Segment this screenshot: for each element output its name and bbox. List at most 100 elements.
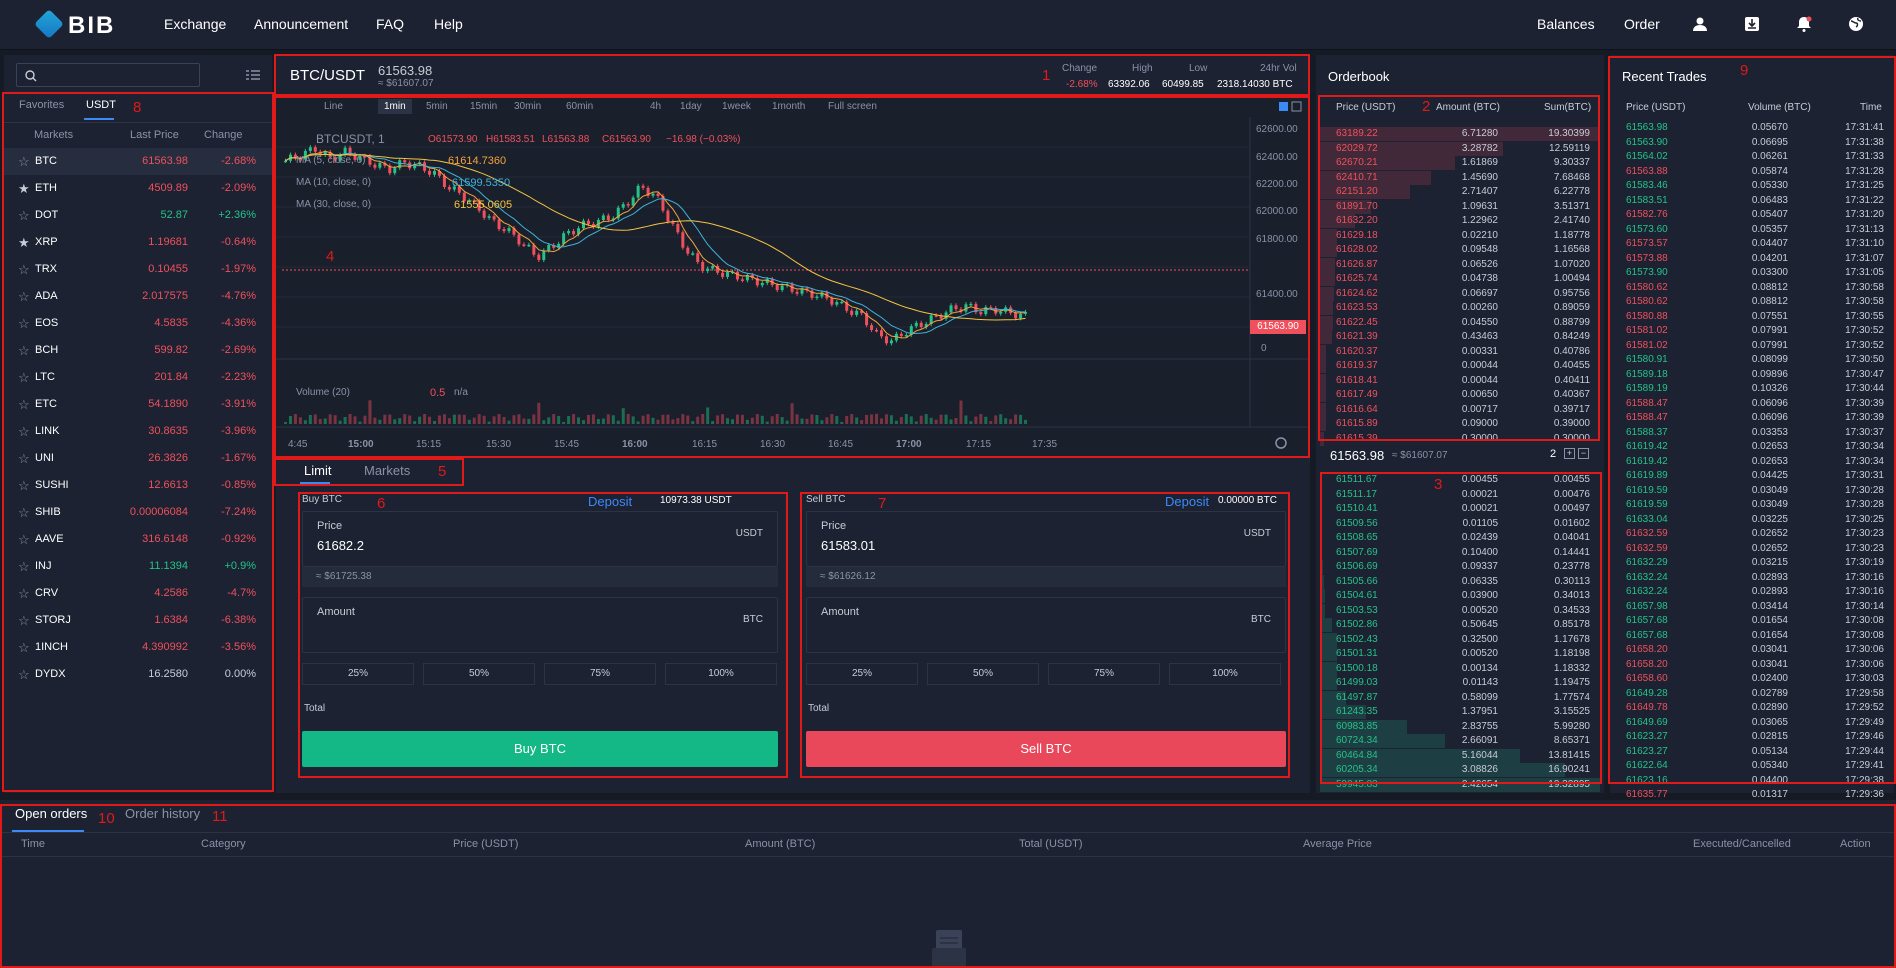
chart-layout-icon[interactable]: [1291, 101, 1302, 112]
orderbook-row[interactable]: 61632.20 1.22962 2.41740: [1320, 214, 1600, 228]
orderbook-row[interactable]: 61629.18 0.02210 1.18778: [1320, 228, 1600, 243]
market-row[interactable]: ☆ STORJ 1.6384 -6.38%: [4, 607, 272, 634]
precision-minus-icon[interactable]: −: [1578, 448, 1589, 459]
market-row[interactable]: ☆ DYDX 16.2580 0.00%: [4, 661, 272, 688]
market-row[interactable]: ★ XRP 1.19681 -0.64%: [4, 229, 272, 256]
orderbook-row[interactable]: 61622.45 0.04550 0.88799: [1320, 315, 1600, 330]
sell-pct-75[interactable]: 75%: [1048, 663, 1160, 685]
sell-button[interactable]: Sell BTC: [806, 731, 1286, 767]
buy-price-field[interactable]: Price 61682.2 USDT: [302, 511, 778, 567]
precision-plus-icon[interactable]: +: [1564, 448, 1575, 459]
market-row[interactable]: ☆ LINK 30.8635 -3.96%: [4, 418, 272, 445]
orderbook-row[interactable]: 61505.66 0.06335 0.30113: [1320, 574, 1600, 589]
favorite-star-icon[interactable]: ☆: [18, 208, 30, 224]
orderbook-row[interactable]: 61497.87 0.58099 1.77574: [1320, 690, 1600, 705]
favorite-star-icon[interactable]: ☆: [18, 154, 30, 170]
orderbook-row[interactable]: 61616.64 0.00717 0.39717: [1320, 402, 1600, 417]
market-row[interactable]: ☆ SHIB 0.00006084 -7.24%: [4, 499, 272, 526]
market-row[interactable]: ☆ AAVE 316.6148 -0.92%: [4, 526, 272, 553]
favorite-star-icon[interactable]: ☆: [18, 478, 30, 494]
buy-button[interactable]: Buy BTC: [302, 731, 778, 767]
nav-exchange[interactable]: Exchange: [164, 16, 226, 32]
market-row[interactable]: ☆ CRV 4.2586 -4.7%: [4, 580, 272, 607]
orderbook-row[interactable]: 63189.22 6.71280 19.30399: [1320, 127, 1600, 141]
orderbook-row[interactable]: 61625.74 0.04738 1.00494: [1320, 272, 1600, 286]
chart-symbol[interactable]: BTCUSDT, 1: [316, 132, 385, 146]
favorite-star-icon[interactable]: ☆: [18, 505, 30, 521]
orderbook-row[interactable]: 62151.20 2.71407 6.22778: [1320, 185, 1600, 199]
buy-amount-field[interactable]: Amount BTC: [302, 597, 778, 653]
orderbook-row[interactable]: 61502.86 0.50645 0.85178: [1320, 618, 1600, 632]
tab-order-history[interactable]: Order history: [125, 806, 200, 821]
orderbook-row[interactable]: 61891.70 1.09631 3.51371: [1320, 199, 1600, 214]
orderbook-row[interactable]: 60983.85 2.83755 5.99280: [1320, 719, 1600, 734]
orderbook-row[interactable]: 61499.03 0.01143 1.19475: [1320, 676, 1600, 690]
pair-name[interactable]: BTC/USDT: [290, 67, 365, 84]
orderbook-row[interactable]: 61620.37 0.00331 0.40786: [1320, 344, 1600, 359]
orderbook-row[interactable]: 62670.21 1.61869 9.30337: [1320, 156, 1600, 170]
search-input[interactable]: [16, 63, 200, 87]
tab-markets[interactable]: Markets: [364, 463, 410, 478]
market-row[interactable]: ☆ INJ 11.1394 +0.9%: [4, 553, 272, 580]
favorite-star-icon[interactable]: ☆: [18, 559, 30, 575]
orderbook-row[interactable]: 61501.31 0.00520 1.18198: [1320, 647, 1600, 661]
volume-label[interactable]: Volume (20): [296, 387, 350, 398]
market-row[interactable]: ☆ EOS 4.5835 -4.36%: [4, 310, 272, 337]
list-toggle-icon[interactable]: [246, 70, 260, 80]
chart-type-icon[interactable]: [1279, 102, 1288, 111]
favorite-star-icon[interactable]: ☆: [18, 667, 30, 683]
header-last-price[interactable]: Last Price: [130, 129, 179, 141]
buy-pct-75[interactable]: 75%: [544, 663, 656, 685]
market-row[interactable]: ☆ LTC 201.84 -2.23%: [4, 364, 272, 391]
sell-pct-25[interactable]: 25%: [806, 663, 918, 685]
market-row[interactable]: ☆ UNI 26.3826 -1.67%: [4, 445, 272, 472]
ma30-label[interactable]: MA (30, close, 0): [296, 199, 371, 210]
market-row[interactable]: ★ ETH 4509.89 -2.09%: [4, 175, 272, 202]
ma10-label[interactable]: MA (10, close, 0): [296, 177, 371, 188]
orderbook-row[interactable]: 61509.56 0.01105 0.01602: [1320, 516, 1600, 531]
orderbook-row[interactable]: 62410.71 1.45690 7.68468: [1320, 170, 1600, 185]
favorite-star-icon[interactable]: ☆: [18, 640, 30, 656]
user-icon[interactable]: [1692, 16, 1708, 32]
orderbook-row[interactable]: 61617.49 0.00650 0.40367: [1320, 388, 1600, 402]
favorite-star-icon[interactable]: ☆: [18, 289, 30, 305]
orderbook-row[interactable]: 61500.18 0.00134 1.18332: [1320, 661, 1600, 676]
sell-amount-field[interactable]: Amount BTC: [806, 597, 1286, 653]
favorite-star-icon[interactable]: ☆: [18, 262, 30, 278]
orderbook-row[interactable]: 61624.62 0.06697 0.95756: [1320, 286, 1600, 301]
buy-price-value[interactable]: 61682.2: [317, 538, 364, 553]
orderbook-row[interactable]: 61502.43 0.32500 1.17678: [1320, 632, 1600, 647]
orderbook-row[interactable]: 60464.84 5.16044 13.81415: [1320, 748, 1600, 763]
orderbook-row[interactable]: 61511.67 0.00455 0.00455: [1320, 473, 1600, 487]
favorite-star-icon[interactable]: ☆: [18, 586, 30, 602]
favorite-star-icon[interactable]: ☆: [18, 424, 30, 440]
orderbook-row[interactable]: 61628.02 0.09548 1.16568: [1320, 243, 1600, 257]
favorite-star-icon[interactable]: ☆: [18, 613, 30, 629]
favorite-star-icon[interactable]: ★: [18, 235, 30, 251]
orderbook-row[interactable]: 61510.41 0.00021 0.00497: [1320, 502, 1600, 516]
orderbook-row[interactable]: 60205.34 3.08826 16.90241: [1320, 763, 1600, 777]
nav-help[interactable]: Help: [434, 16, 463, 32]
orderbook-row[interactable]: 61503.53 0.00520 0.34533: [1320, 603, 1600, 618]
orderbook-row[interactable]: 61615.89 0.09000 0.39000: [1320, 417, 1600, 431]
favorite-star-icon[interactable]: ☆: [18, 343, 30, 359]
tab-open-orders[interactable]: Open orders: [15, 806, 87, 821]
orderbook-row[interactable]: 61621.39 0.43463 0.84249: [1320, 330, 1600, 344]
bell-icon[interactable]: [1796, 16, 1812, 32]
market-row[interactable]: ☆ BTC 61563.98 -2.68%: [4, 148, 272, 175]
candlestick-chart[interactable]: 62600.00 62400.00 62200.00 62000.00 61800.00…: [276, 97, 1310, 457]
orderbook-row[interactable]: 59945.83 2.42654 19.32895: [1320, 777, 1600, 792]
orderbook-row[interactable]: 62029.72 3.28782 12.59119: [1320, 141, 1600, 156]
nav-order[interactable]: Order: [1624, 16, 1660, 32]
market-row[interactable]: ☆ BCH 599.82 -2.69%: [4, 337, 272, 364]
market-row[interactable]: ☆ DOT 52.87 +2.36%: [4, 202, 272, 229]
orderbook-row[interactable]: 61619.37 0.00044 0.40455: [1320, 359, 1600, 373]
market-row[interactable]: ☆ SUSHI 12.6613 -0.85%: [4, 472, 272, 499]
favorite-star-icon[interactable]: ☆: [18, 532, 30, 548]
orderbook-row[interactable]: 61615.39 0.30000 0.30000: [1320, 431, 1600, 446]
sell-pct-100[interactable]: 100%: [1169, 663, 1281, 685]
settings-gear-icon[interactable]: [1275, 437, 1287, 449]
tab-favorites[interactable]: Favorites: [19, 99, 64, 111]
orderbook-row[interactable]: 60724.34 2.66091 8.65371: [1320, 734, 1600, 748]
globe-icon[interactable]: [1848, 16, 1864, 32]
